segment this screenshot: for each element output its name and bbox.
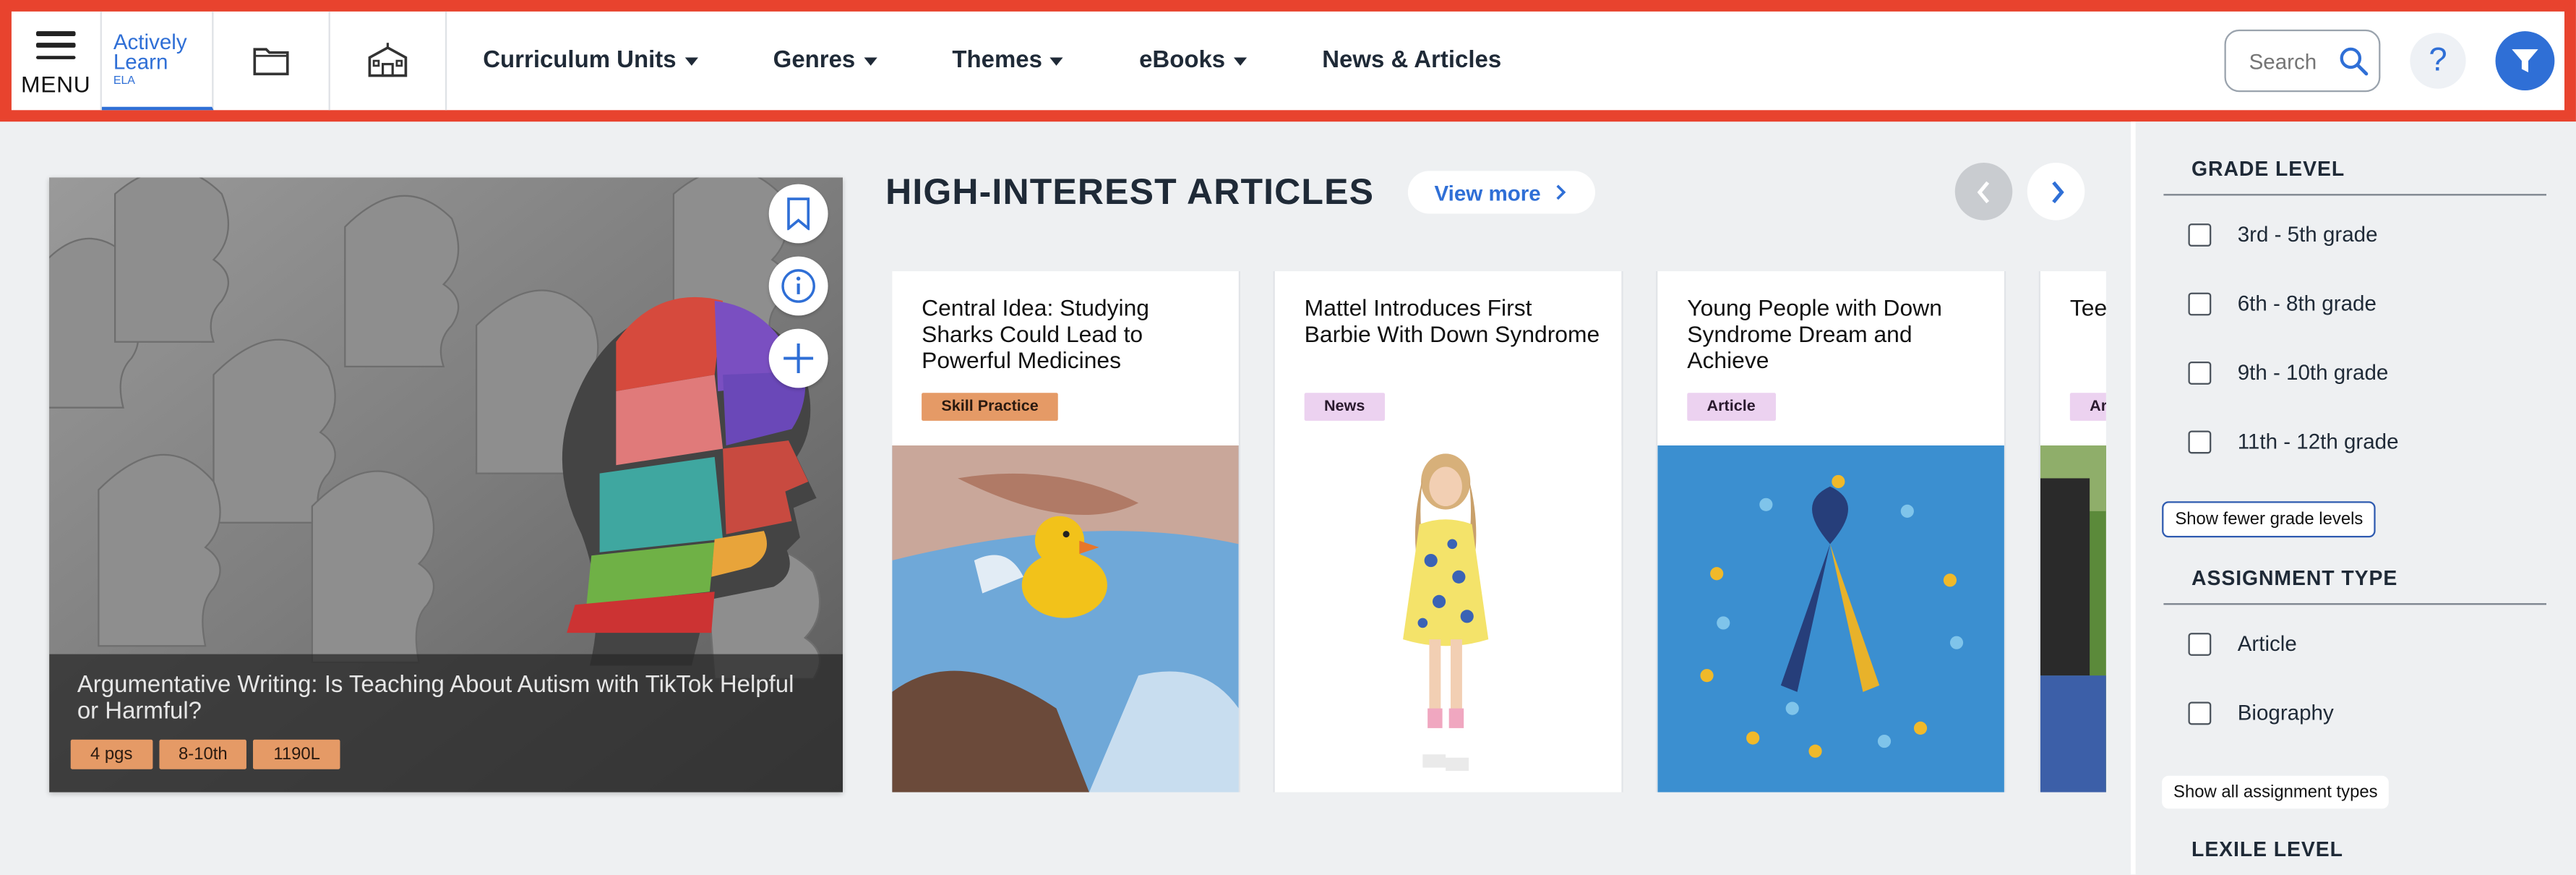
lexile-tag: 1190L bbox=[254, 739, 340, 769]
menu-button[interactable]: MENU bbox=[12, 11, 102, 111]
article-title: Central Idea: Studying Sharks Could Lead… bbox=[922, 294, 1149, 373]
filter-icon bbox=[2512, 49, 2538, 73]
nav-news-articles-label: News & Articles bbox=[1322, 47, 1502, 74]
article-carousel: Central Idea: Studying Sharks Could Lead… bbox=[892, 271, 2106, 793]
grade-range-tag: 8-10th bbox=[158, 739, 248, 769]
checkbox[interactable] bbox=[2188, 222, 2212, 246]
grade-option-6-8[interactable]: 6th - 8th grade bbox=[2188, 291, 2377, 316]
nav-genres-label: Genres bbox=[773, 47, 856, 74]
grade-option-3-5[interactable]: 3rd - 5th grade bbox=[2188, 221, 2378, 247]
search-box[interactable] bbox=[2224, 29, 2381, 93]
grade-option-label: 9th - 10th grade bbox=[2237, 359, 2389, 385]
assignment-option-article[interactable]: Article bbox=[2188, 631, 2297, 656]
nav-genres[interactable]: Genres bbox=[773, 48, 877, 74]
filter-toggle-button[interactable] bbox=[2495, 31, 2555, 91]
carousel-prev-button[interactable] bbox=[1954, 163, 2013, 221]
article-type-badge: Article bbox=[1687, 393, 1776, 421]
assignment-option-label: Biography bbox=[2237, 700, 2334, 725]
article-type-badge: Ar bbox=[2069, 393, 2106, 421]
library-button[interactable] bbox=[213, 11, 330, 111]
checkbox[interactable] bbox=[2188, 701, 2212, 725]
assignment-option-biography[interactable]: Biography bbox=[2188, 700, 2334, 725]
nav-curriculum-units-label: Curriculum Units bbox=[483, 47, 677, 74]
info-icon bbox=[781, 269, 815, 303]
chevron-right-icon bbox=[1556, 184, 1566, 200]
checkbox[interactable] bbox=[2188, 291, 2212, 315]
folder-icon bbox=[253, 48, 289, 76]
menu-label: MENU bbox=[21, 70, 91, 98]
grade-option-9-10[interactable]: 9th - 10th grade bbox=[2188, 359, 2389, 385]
search-input[interactable] bbox=[2246, 46, 2338, 75]
article-title: Young People with Down Syndrome Dream an… bbox=[1687, 294, 1942, 373]
carousel-next-button[interactable] bbox=[2027, 163, 2085, 221]
header-tools: ? bbox=[2224, 12, 2564, 110]
panel-divider bbox=[2130, 121, 2136, 875]
featured-article-tags: 4 pgs 8-10th 1190L bbox=[70, 739, 347, 769]
checkbox[interactable] bbox=[2188, 360, 2212, 384]
article-type-badge: News bbox=[1304, 393, 1385, 421]
checkbox[interactable] bbox=[2188, 430, 2212, 453]
bookmark-icon bbox=[787, 197, 810, 231]
article-type-badge: Skill Practice bbox=[922, 393, 1059, 421]
grade-level-heading: GRADE LEVEL bbox=[2191, 158, 2345, 182]
logo-line-3: ELA bbox=[113, 74, 135, 87]
search-icon[interactable] bbox=[2337, 41, 2369, 81]
top-navigation-bar: MENU Actively Learn ELA Curriculum Units… bbox=[0, 0, 2576, 122]
caret-down-icon bbox=[684, 56, 698, 65]
article-thumbnail bbox=[2040, 445, 2106, 793]
article-thumbnail bbox=[1657, 445, 2004, 793]
grade-level-divider bbox=[2163, 194, 2546, 196]
lexile-level-heading: LEXILE LEVEL bbox=[2191, 838, 2343, 861]
nav-ebooks-label: eBooks bbox=[1139, 47, 1226, 74]
page-count-tag: 4 pgs bbox=[70, 739, 153, 769]
article-thumbnail bbox=[1274, 445, 1622, 793]
nav-themes[interactable]: Themes bbox=[952, 47, 1064, 74]
actively-learn-logo[interactable]: Actively Learn ELA bbox=[101, 11, 214, 111]
top-navigation-inner: MENU Actively Learn ELA Curriculum Units… bbox=[11, 11, 2564, 111]
view-more-label: View more bbox=[1434, 179, 1541, 205]
featured-article-title[interactable]: Argumentative Writing: Is Teaching About… bbox=[77, 673, 800, 725]
article-title: Tee Wis Cor bbox=[2069, 294, 2106, 321]
bookmark-button[interactable] bbox=[768, 184, 828, 244]
assignment-type-divider bbox=[2163, 603, 2546, 605]
section-title: HIGH-INTEREST ARTICLES bbox=[885, 171, 1375, 213]
info-button[interactable] bbox=[768, 256, 828, 316]
logo-line-2: Learn bbox=[113, 48, 168, 74]
classes-button[interactable] bbox=[330, 11, 447, 111]
nav-curriculum-units[interactable]: Curriculum Units bbox=[483, 47, 698, 74]
chevron-left-icon bbox=[1976, 180, 1988, 203]
view-more-button[interactable]: View more bbox=[1407, 171, 1595, 214]
grade-option-label: 11th - 12th grade bbox=[2237, 429, 2399, 454]
filter-panel: GRADE LEVEL 3rd - 5th grade 6th - 8th gr… bbox=[2135, 121, 2576, 875]
assignment-option-label: Article bbox=[2237, 631, 2297, 656]
help-icon: ? bbox=[2429, 41, 2447, 78]
caret-down-icon bbox=[863, 56, 877, 65]
main-nav: Curriculum Units Genres Themes eBooks Ne… bbox=[447, 12, 1576, 110]
help-button[interactable]: ? bbox=[2410, 33, 2466, 89]
plus-icon bbox=[783, 343, 814, 373]
nav-ebooks[interactable]: eBooks bbox=[1139, 48, 1247, 74]
checkbox[interactable] bbox=[2188, 631, 2212, 655]
article-card[interactable]: Mattel Introduces First Barbie With Down… bbox=[1274, 271, 1622, 793]
grade-option-11-12[interactable]: 11th - 12th grade bbox=[2188, 429, 2399, 454]
grade-option-label: 6th - 8th grade bbox=[2237, 291, 2377, 316]
article-card[interactable]: Young People with Down Syndrome Dream an… bbox=[1657, 271, 2004, 793]
show-fewer-grades-button[interactable]: Show fewer grade levels bbox=[2162, 501, 2377, 538]
grade-option-label: 3rd - 5th grade bbox=[2237, 221, 2378, 247]
article-thumbnail bbox=[892, 445, 1239, 793]
show-all-assignment-types-button[interactable]: Show all assignment types bbox=[2162, 775, 2390, 809]
nav-news-articles[interactable]: News & Articles bbox=[1322, 48, 1501, 74]
hamburger-icon bbox=[36, 31, 76, 59]
school-icon bbox=[368, 43, 408, 77]
chevron-right-icon bbox=[2051, 180, 2064, 203]
add-to-assignment-button[interactable] bbox=[768, 328, 828, 388]
nav-themes-label: Themes bbox=[952, 47, 1042, 74]
article-card[interactable]: Central Idea: Studying Sharks Could Lead… bbox=[892, 271, 1239, 793]
article-title: Mattel Introduces First Barbie With Down… bbox=[1304, 294, 1600, 347]
assignment-type-heading: ASSIGNMENT TYPE bbox=[2191, 567, 2398, 590]
caret-down-icon bbox=[1233, 56, 1247, 65]
caret-down-icon bbox=[1050, 56, 1064, 65]
article-card[interactable]: Tee Wis Cor Ar bbox=[2040, 271, 2106, 793]
